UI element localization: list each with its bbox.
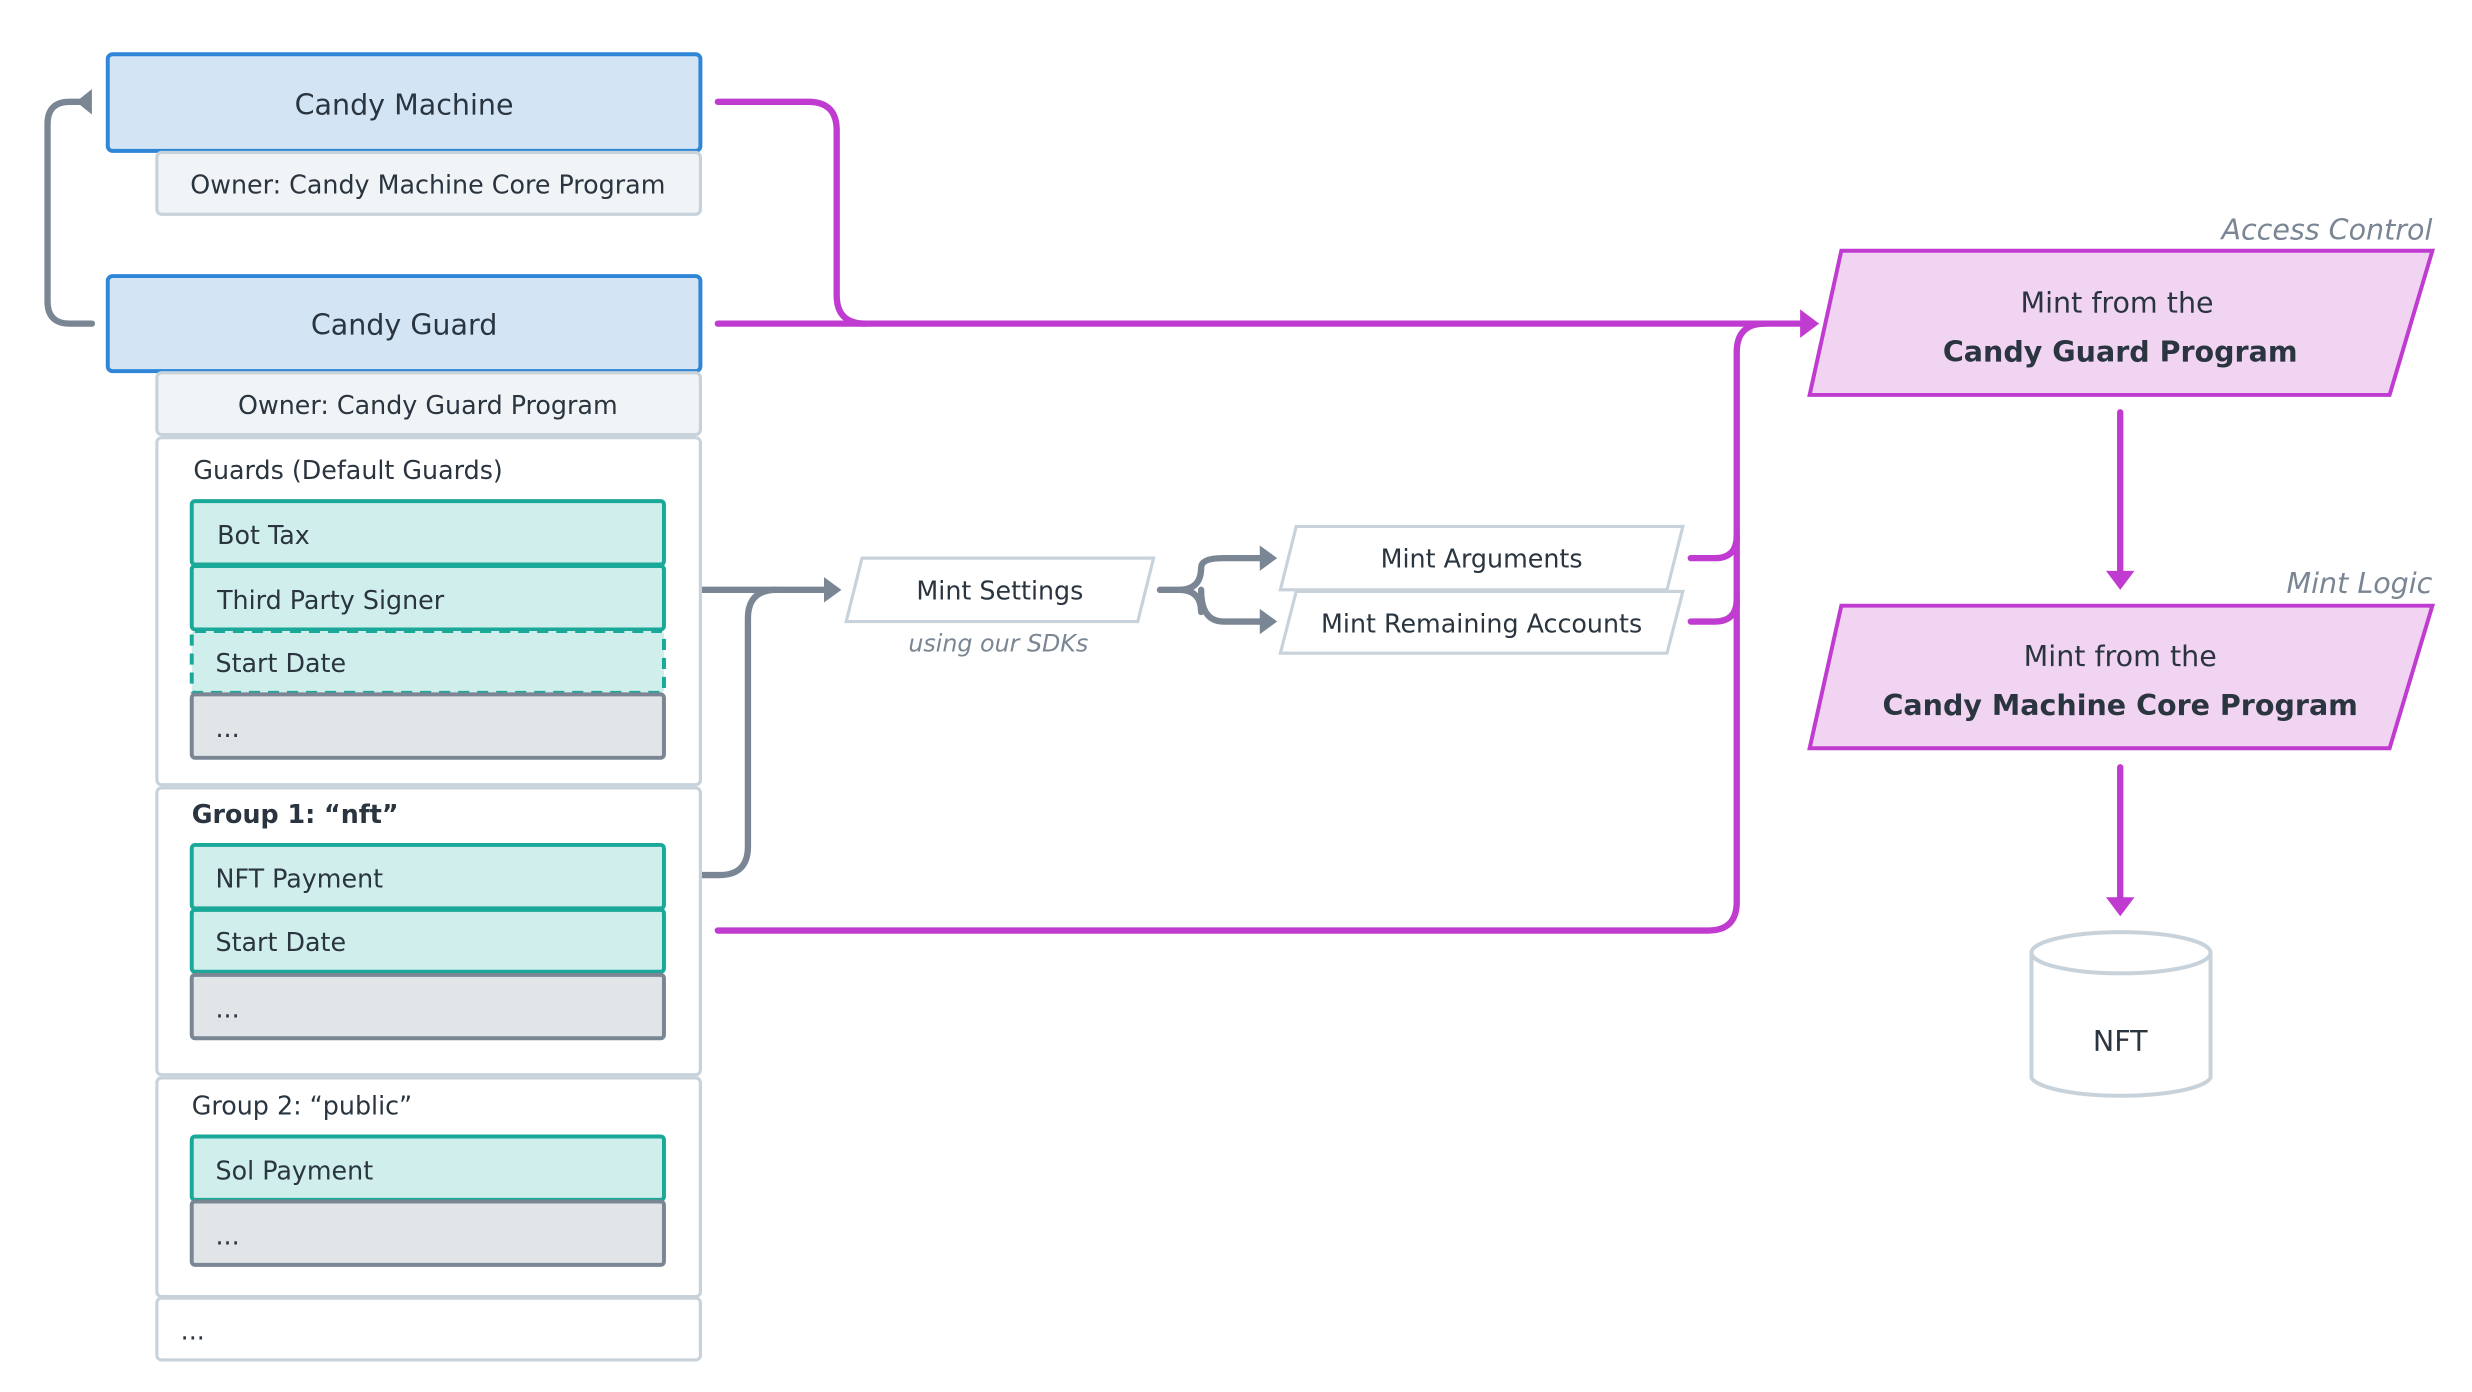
guard-more: ...	[189, 1199, 666, 1267]
more-groups: ...	[155, 1296, 702, 1362]
mint-remaining-accounts-label: Mint Remaining Accounts	[1321, 609, 1642, 639]
group-nft: Group 1: “nft” NFT Payment Start Date ..…	[155, 786, 702, 1077]
owner-label: Owner: Candy Machine Core Program	[190, 170, 665, 200]
mint-arguments-label: Mint Arguments	[1381, 544, 1583, 574]
more-groups-label: ...	[181, 1315, 205, 1345]
arrowhead-icon	[1800, 309, 1820, 338]
candy-guard-program-mint[interactable]: Mint from the Candy Guard Program	[1807, 248, 2436, 397]
program-line1: Mint from the	[2024, 640, 2217, 673]
guard-label: ...	[216, 1220, 240, 1250]
owner-label: Owner: Candy Guard Program	[238, 390, 618, 420]
arguments-connector	[1687, 532, 1740, 562]
default-guards-group: Guards (Default Guards) Bot Tax Third Pa…	[155, 436, 702, 787]
guard-label: NFT Payment	[216, 864, 384, 894]
guard-third-party-signer[interactable]: Third Party Signer	[189, 564, 666, 632]
group-label: Group 1: “nft”	[192, 799, 399, 829]
candy-machine-account[interactable]: Candy Machine	[105, 52, 703, 153]
guard-sol-payment[interactable]: Sol Payment	[189, 1134, 666, 1202]
candy-machine-title: Candy Machine	[295, 88, 514, 121]
guard-start-date[interactable]: Start Date	[189, 907, 666, 974]
program-line1: Mint from the	[2021, 287, 2214, 320]
group-public: Group 2: “public” Sol Payment ...	[155, 1076, 702, 1299]
nft-output[interactable]: NFT	[2029, 930, 2213, 1098]
mint-logic-label: Mint Logic	[2286, 567, 2432, 600]
candy-guard-account[interactable]: Candy Guard	[105, 274, 703, 374]
candy-machine-owner: Owner: Candy Machine Core Program	[155, 150, 702, 216]
guard-label: Third Party Signer	[216, 585, 445, 615]
program-line2: Candy Machine Core Program	[1883, 689, 2358, 722]
guard-label: ...	[216, 713, 240, 743]
arrowhead-icon	[1259, 545, 1278, 571]
guard-more: ...	[189, 972, 666, 1041]
guard-label: Sol Payment	[216, 1155, 374, 1185]
program-line2: Candy Guard Program	[1943, 336, 2298, 369]
candy-machine-diagram: Candy Machine Owner: Candy Machine Core …	[44, 52, 2436, 1362]
candy-machine-core-program-mint[interactable]: Mint from the Candy Machine Core Program	[1807, 603, 2436, 751]
mint-settings-label: Mint Settings	[916, 575, 1083, 605]
guard-start-date-optional[interactable]: Start Date	[189, 629, 666, 695]
guard-label: ...	[216, 994, 240, 1024]
group-label: Guards (Default Guards)	[193, 455, 502, 485]
machine-to-guard-program-connector	[714, 98, 869, 327]
guard-more: ...	[189, 692, 666, 760]
candy-guard-title: Candy Guard	[311, 309, 497, 342]
arrowhead-icon	[2105, 570, 2135, 590]
guard-to-machine-connector	[44, 98, 96, 327]
mint-arguments[interactable]: Mint Arguments	[1278, 524, 1685, 592]
arrowhead-icon	[76, 89, 92, 115]
guard-label: Start Date	[216, 648, 347, 678]
mint-remaining-accounts[interactable]: Mint Remaining Accounts	[1278, 589, 1685, 655]
arrowhead-icon	[824, 577, 842, 603]
arrowhead-icon	[1259, 608, 1278, 635]
nft-label: NFT	[2093, 1025, 2148, 1058]
group-label: Group 2: “public”	[192, 1090, 412, 1120]
guard-nft-payment[interactable]: NFT Payment	[189, 842, 666, 911]
mint-settings-subtitle: using our SDKs	[908, 630, 1088, 658]
mint-settings[interactable]: Mint Settings	[844, 556, 1156, 624]
guard-label: Start Date	[216, 927, 347, 957]
candy-guard-owner: Owner: Candy Guard Program	[155, 371, 702, 437]
access-control-label: Access Control	[2219, 214, 2432, 247]
remaining-accounts-connector	[1687, 596, 1740, 625]
guard-label: Bot Tax	[217, 520, 310, 550]
guard-bot-tax[interactable]: Bot Tax	[189, 499, 666, 567]
arrowhead-icon	[2105, 897, 2135, 917]
settings-split-connector	[1156, 554, 1265, 625]
